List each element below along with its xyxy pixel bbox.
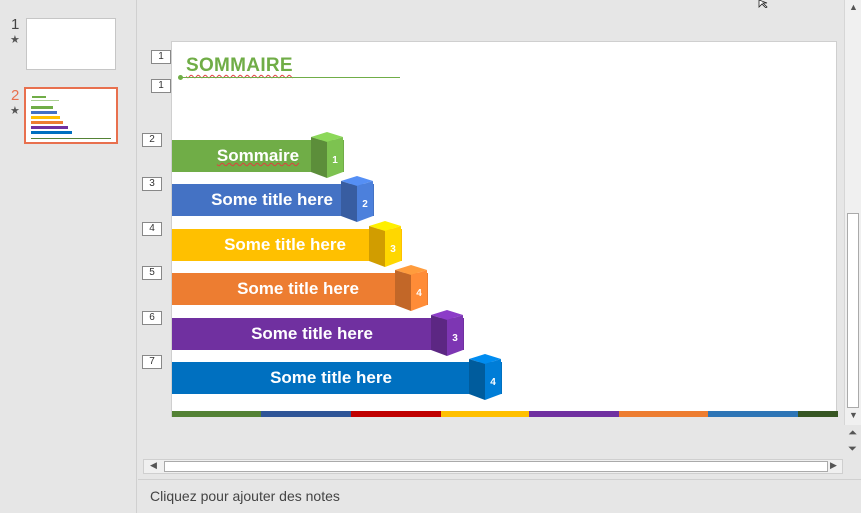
title-underline	[181, 77, 400, 78]
outline-level-indicator: 7	[142, 355, 162, 369]
scroll-up-button[interactable]: ▲	[846, 2, 861, 12]
summary-item-label: Some title here	[224, 235, 346, 254]
cube-number: 3	[390, 244, 396, 255]
cube-number: 2	[362, 199, 368, 210]
cube-number: 4	[416, 288, 422, 299]
thumbnail-number: 1	[11, 16, 20, 33]
cube-number: 3	[452, 333, 458, 344]
powerpoint-window: 1 ★ 2 ★ 1 1 2 3 4 5 6 7 SOMMAIRE Sommair…	[0, 0, 861, 513]
previous-slide-icon[interactable]: ⏶	[845, 427, 860, 440]
scroll-left-button[interactable]: ◀	[146, 460, 161, 471]
slide-thumbnail-1[interactable]	[26, 18, 116, 70]
outline-level-indicator: 4	[142, 222, 162, 236]
bottom-color-strip	[172, 411, 838, 417]
summary-item-label: Some title here	[270, 368, 392, 387]
vertical-scrollbar[interactable]: ▲ ▼	[844, 0, 861, 425]
outline-level-indicator: 6	[142, 311, 162, 325]
slide-thumbnail-pane: 1 ★ 2 ★	[0, 0, 137, 513]
summary-item-bar[interactable]: Some title here	[172, 318, 464, 350]
summary-item-label: Sommaire	[216, 146, 300, 165]
summary-item-bar[interactable]: Some title here	[172, 362, 502, 394]
scroll-right-button[interactable]: ▶	[826, 460, 841, 471]
thumbnail-number: 2	[11, 87, 20, 104]
summary-item-bar[interactable]: Some title here	[172, 273, 428, 305]
number-cube-icon: 2	[341, 176, 373, 222]
horizontal-scrollbar[interactable]: ◀ ▶	[143, 459, 843, 474]
cube-number: 1	[332, 155, 338, 166]
horizontal-scroll-thumb[interactable]	[164, 461, 828, 472]
color-strip-segment	[441, 411, 529, 417]
notes-placeholder[interactable]: Cliquez pour ajouter des notes	[150, 488, 340, 504]
notes-pane[interactable]: Cliquez pour ajouter des notes	[138, 479, 861, 513]
outline-level-indicator: 5	[142, 266, 162, 280]
summary-item-label: Some title here	[251, 324, 373, 343]
mouse-cursor-icon	[758, 0, 768, 8]
color-strip-segment	[529, 411, 619, 417]
color-strip-segment	[798, 411, 838, 417]
outline-level-indicator: 1	[151, 50, 171, 64]
number-cube-icon: 3	[431, 310, 463, 356]
color-strip-segment	[619, 411, 708, 417]
next-slide-icon[interactable]: ⏷	[845, 443, 860, 456]
cube-number: 4	[490, 377, 496, 388]
vertical-scroll-thumb[interactable]	[847, 213, 859, 408]
summary-item-label: Some title here	[211, 190, 333, 209]
slide-thumbnail-2[interactable]	[24, 87, 118, 144]
scroll-down-button[interactable]: ▼	[846, 410, 861, 420]
outline-level-indicator: 2	[142, 133, 162, 147]
color-strip-segment	[261, 411, 351, 417]
animation-star-icon: ★	[10, 105, 20, 117]
number-cube-icon: 3	[369, 221, 401, 267]
number-cube-icon: 4	[395, 265, 427, 311]
color-strip-segment	[708, 411, 798, 417]
slide-title[interactable]: SOMMAIRE	[186, 55, 293, 77]
animation-star-icon: ★	[10, 34, 20, 46]
outline-level-indicator: 1	[151, 79, 171, 93]
thumbnail-preview	[31, 96, 111, 139]
number-cube-icon: 4	[469, 354, 501, 400]
color-strip-segment	[351, 411, 441, 417]
number-cube-icon: 1	[311, 132, 343, 178]
summary-item-label: Some title here	[237, 279, 359, 298]
outline-level-indicator: 3	[142, 177, 162, 191]
color-strip-segment	[172, 411, 261, 417]
